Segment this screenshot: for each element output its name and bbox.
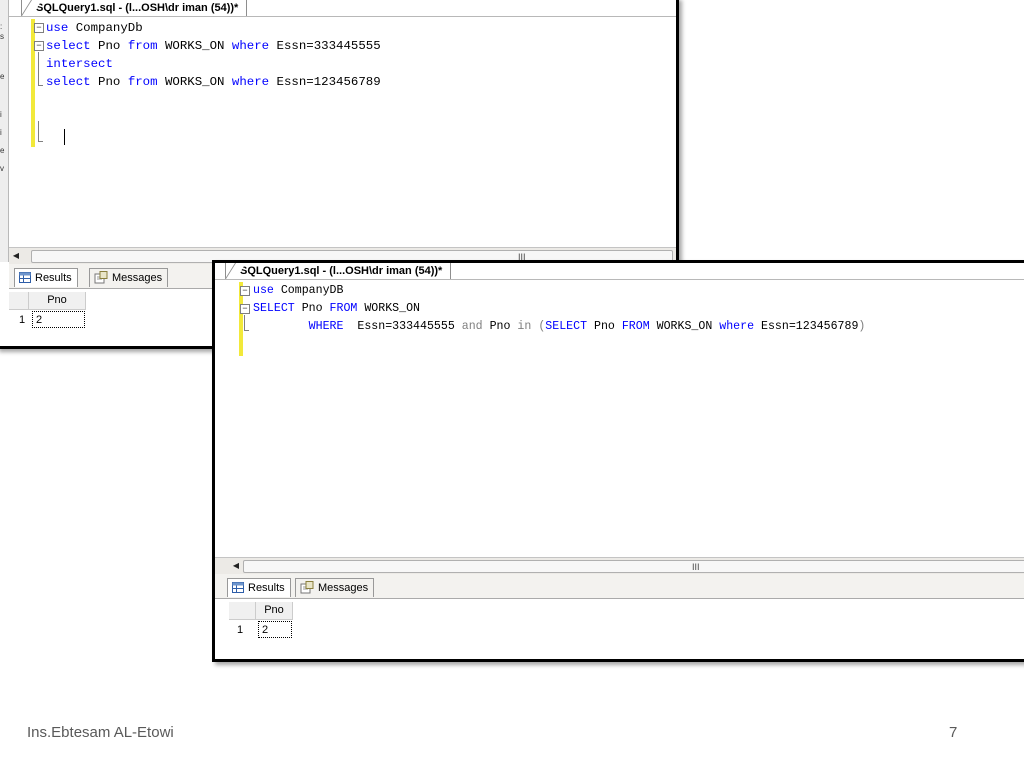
- sql-keyword: use: [253, 284, 274, 297]
- sql-keyword: where: [719, 320, 755, 333]
- sql-keyword: from: [127, 75, 158, 89]
- code-line[interactable]: WHERE Essn=333445555 and Pno in (SELECT …: [253, 318, 866, 336]
- tab-sqlquery1[interactable]: SQLQuery1.sql - (l...OSH\dr iman (54))*: [225, 263, 452, 279]
- table-cell[interactable]: 2: [258, 621, 292, 638]
- sql-operator: in: [517, 320, 532, 333]
- code-line[interactable]: use CompanyDB: [253, 282, 865, 300]
- sql-text: WORKS_ON: [157, 39, 232, 53]
- sql-keyword: intersect: [46, 57, 113, 71]
- sql-keyword: select: [46, 39, 91, 53]
- tab-results[interactable]: Results: [14, 268, 78, 287]
- code-line[interactable]: intersect: [46, 55, 381, 73]
- sql-text: Essn=333445555: [343, 320, 462, 333]
- outline-guide: [244, 330, 249, 331]
- code-line[interactable]: select Pno from WORKS_ON where Essn=3334…: [46, 37, 381, 55]
- row-header-corner: [9, 292, 29, 310]
- outline-guide: [244, 315, 245, 330]
- sql-keyword: FROM: [621, 320, 650, 333]
- tab-title: SQLQuery1.sql - (l...OSH\dr iman (54))*: [240, 265, 443, 277]
- messages-label: Messages: [112, 272, 163, 284]
- tab-sqlquery1[interactable]: SQLQuery1.sql - (l...OSH\dr iman (54))*: [21, 0, 248, 16]
- slide-number: 7: [949, 724, 958, 741]
- sql-keyword: FROM: [329, 302, 358, 315]
- code-line[interactable]: select Pno from WORKS_ON where Essn=1234…: [46, 73, 381, 91]
- sql-keyword: from: [127, 39, 158, 53]
- messages-icon: [94, 270, 108, 284]
- sql-text: CompanyDb: [68, 21, 143, 35]
- sql-keyword: where: [231, 39, 270, 53]
- query-editor[interactable]: − − use CompanyDB SELECT Pno FROM WORKS_O…: [215, 280, 1024, 557]
- sql-keyword: where: [231, 75, 270, 89]
- slide-author: Ins.Ebtesam AL-Etowi: [27, 724, 174, 741]
- sql-text: Pno: [90, 75, 128, 89]
- query-window-subquery: SQLQuery1.sql - (l...OSH\dr iman (54))* …: [212, 260, 1024, 662]
- sql-text: Pno: [294, 302, 330, 315]
- row-header-corner: [229, 602, 256, 620]
- collapse-icon[interactable]: −: [34, 41, 44, 51]
- scroll-thumb[interactable]: III: [243, 560, 1024, 573]
- scroll-left-icon[interactable]: ◀: [229, 558, 243, 574]
- collapse-icon[interactable]: −: [240, 304, 250, 314]
- horizontal-scrollbar[interactable]: ◀ III: [215, 557, 1024, 575]
- tab-messages[interactable]: Messages: [89, 268, 169, 287]
- sql-text: Essn=333445555: [269, 39, 381, 53]
- sql-code[interactable]: use CompanyDb select Pno from WORKS_ON wh…: [46, 19, 381, 91]
- results-grid[interactable]: Pno 1 2: [215, 599, 1024, 659]
- sql-text: Pno: [90, 39, 128, 53]
- sql-text: Pno: [587, 320, 622, 333]
- sql-code[interactable]: use CompanyDB SELECT Pno FROM WORKS_ON WH…: [253, 282, 865, 336]
- code-line[interactable]: SELECT Pno FROM WORKS_ON: [253, 300, 865, 318]
- grid-icon: [19, 271, 31, 283]
- sql-keyword: SELECT: [545, 320, 588, 333]
- tab-results[interactable]: Results: [227, 578, 291, 597]
- sql-text: Essn=123456789: [754, 320, 859, 333]
- sql-operator: ): [858, 320, 866, 333]
- row-number: 1: [236, 624, 244, 636]
- messages-label: Messages: [318, 582, 369, 594]
- column-header[interactable]: Pno: [256, 602, 293, 620]
- scroll-grip: III: [692, 562, 700, 572]
- table-cell[interactable]: 2: [32, 311, 85, 328]
- results-label: Results: [248, 582, 285, 594]
- results-label: Results: [35, 272, 72, 284]
- sql-text: WORKS_ON: [157, 75, 232, 89]
- text-cursor: [64, 129, 65, 145]
- sql-keyword: use: [46, 21, 69, 35]
- sql-keyword: select: [46, 75, 91, 89]
- scroll-left-icon[interactable]: ◀: [9, 248, 23, 264]
- sql-keyword: WHERE: [308, 320, 344, 333]
- code-line[interactable]: use CompanyDb: [46, 19, 381, 37]
- sql-text: WORKS_ON: [357, 302, 421, 315]
- sql-keyword: SELECT: [253, 302, 295, 315]
- tab-messages[interactable]: Messages: [295, 578, 375, 597]
- outline-guide: [38, 121, 39, 141]
- change-tracking-bar: [31, 19, 35, 147]
- row-number: 1: [18, 314, 26, 326]
- messages-icon: [300, 580, 314, 594]
- sql-text: WORKS_ON: [649, 320, 720, 333]
- outline-guide: [38, 141, 43, 142]
- sql-text: Pno: [482, 320, 518, 333]
- object-explorer-edge: : s e i i e v: [0, 0, 9, 262]
- outline-guide: [38, 85, 43, 86]
- sql-text: CompanyDB: [273, 284, 344, 297]
- sql-operator: and: [461, 320, 483, 333]
- column-header[interactable]: Pno: [29, 292, 86, 310]
- grid-icon: [232, 581, 244, 593]
- tab-title: SQLQuery1.sql - (l...OSH\dr iman (54))*: [36, 2, 239, 14]
- collapse-icon[interactable]: −: [240, 286, 250, 296]
- outline-guide: [38, 52, 39, 85]
- sql-text: Essn=123456789: [269, 75, 381, 89]
- collapse-icon[interactable]: −: [34, 23, 44, 33]
- query-editor[interactable]: − − use CompanyDb select Pno from WORKS_O…: [9, 17, 676, 247]
- results-tabs: Results Messages: [215, 574, 1024, 599]
